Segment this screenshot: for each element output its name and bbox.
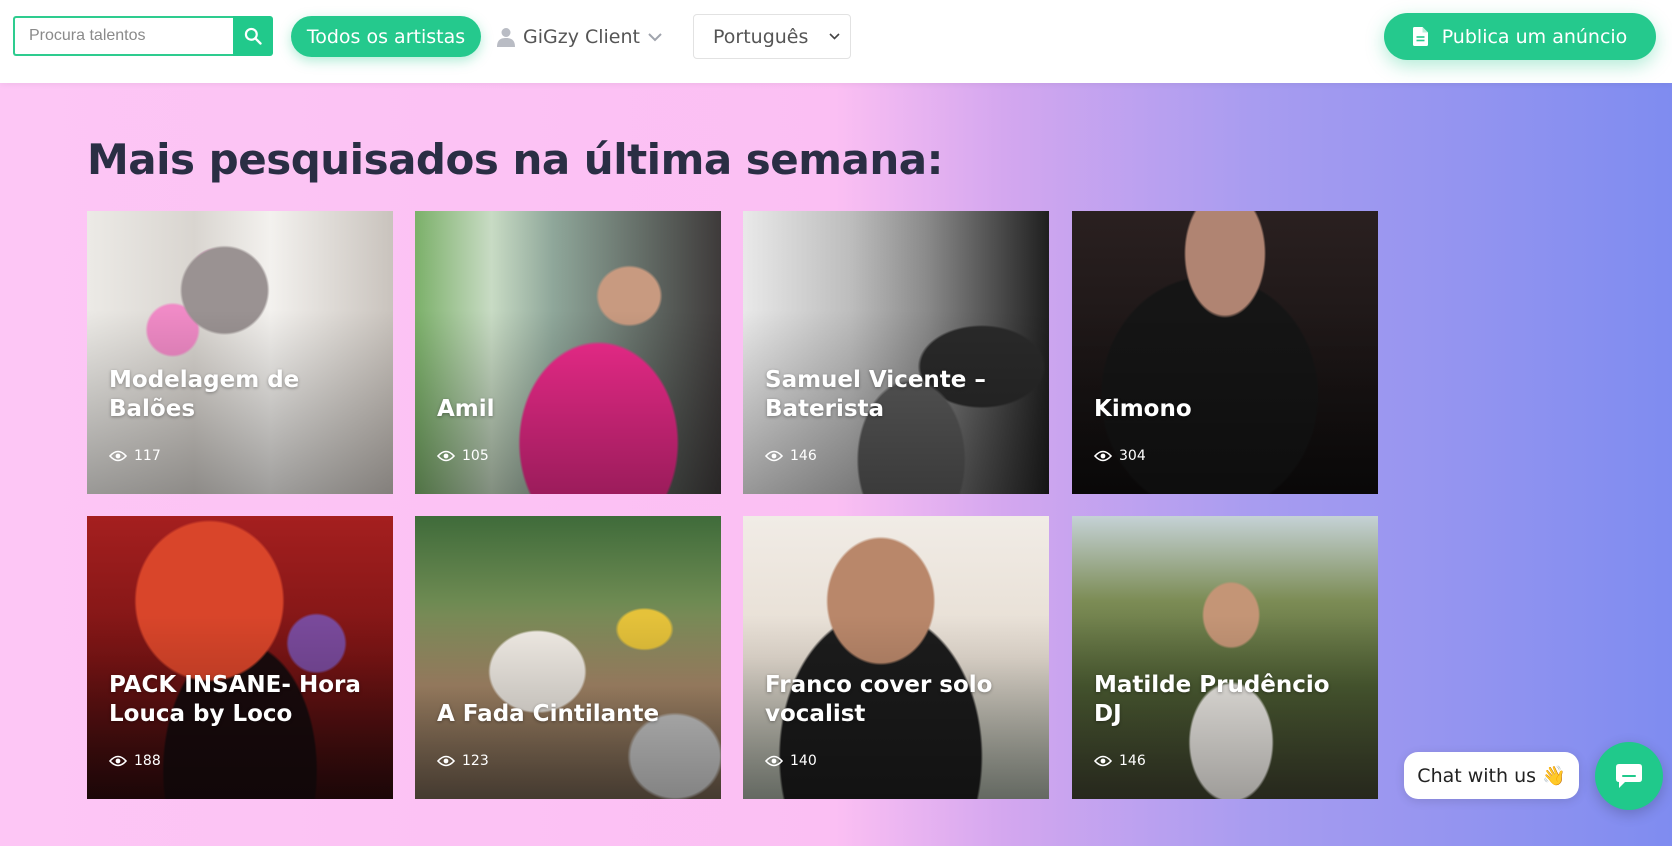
card-view-count: 188: [134, 753, 161, 769]
artist-card[interactable]: Amil 105: [415, 211, 721, 494]
card-view-count: 140: [790, 753, 817, 769]
featured-section: Mais pesquisados na última semana: Model…: [0, 83, 1672, 846]
card-view-count: 123: [462, 753, 489, 769]
card-title: Kimono: [1094, 396, 1192, 422]
eye-icon: [437, 450, 455, 462]
card-title: A Fada Cintilante: [437, 701, 660, 727]
artist-card[interactable]: Modelagem de Balões 117: [87, 211, 393, 494]
artist-card[interactable]: Samuel Vicente – Baterista 146: [743, 211, 1049, 494]
card-views: 123: [437, 753, 489, 769]
card-views: 117: [109, 448, 161, 464]
language-select[interactable]: Português: [693, 14, 851, 59]
card-views: 140: [765, 753, 817, 769]
section-title: Mais pesquisados na última semana:: [87, 135, 943, 184]
top-header: Todos os artistas GiGzy Client Português…: [0, 0, 1672, 83]
chevron-down-icon: [829, 33, 840, 40]
card-view-count: 146: [1119, 753, 1146, 769]
chat-bubble[interactable]: Chat with us 👋: [1404, 752, 1579, 799]
eye-icon: [437, 755, 455, 767]
search-icon: [244, 27, 262, 45]
card-views: 188: [109, 753, 161, 769]
artist-card[interactable]: Matilde Prudêncio DJ 146: [1072, 516, 1378, 799]
search-box: [13, 16, 233, 56]
eye-icon: [109, 755, 127, 767]
card-view-count: 105: [462, 448, 489, 464]
card-title: Franco cover solo vocalist: [765, 672, 993, 727]
all-artists-label: Todos os artistas: [306, 25, 466, 48]
card-view-count: 117: [134, 448, 161, 464]
eye-icon: [109, 450, 127, 462]
card-view-count: 146: [790, 448, 817, 464]
card-title: Modelagem de Balões: [109, 367, 300, 422]
language-selected: Português: [713, 25, 809, 48]
card-views: 146: [765, 448, 817, 464]
card-views: 146: [1094, 753, 1146, 769]
user-icon: [497, 28, 515, 47]
artist-card[interactable]: A Fada Cintilante 123: [415, 516, 721, 799]
card-title: PACK INSANE- Hora Louca by Loco: [109, 672, 361, 727]
eye-icon: [765, 755, 783, 767]
card-views: 105: [437, 448, 489, 464]
artist-card[interactable]: Kimono 304: [1072, 211, 1378, 494]
publish-ad-button[interactable]: Publica um anúncio: [1384, 13, 1656, 60]
artist-card[interactable]: PACK INSANE- Hora Louca by Loco 188: [87, 516, 393, 799]
chevron-down-icon: [648, 32, 662, 41]
card-view-count: 304: [1119, 448, 1146, 464]
publish-label: Publica um anúncio: [1441, 25, 1628, 48]
wave-emoji: 👋: [1542, 765, 1566, 787]
search-button[interactable]: [233, 16, 273, 56]
all-artists-button[interactable]: Todos os artistas: [291, 16, 481, 57]
chat-label: Chat with us: [1417, 764, 1537, 787]
user-menu-label: GiGzy Client: [523, 26, 640, 48]
card-views: 304: [1094, 448, 1146, 464]
chat-icon: [1616, 764, 1642, 788]
card-title: Matilde Prudêncio DJ: [1094, 672, 1330, 727]
card-title: Samuel Vicente – Baterista: [765, 367, 986, 422]
search-input[interactable]: [15, 18, 233, 54]
eye-icon: [1094, 450, 1112, 462]
artist-card[interactable]: Franco cover solo vocalist 140: [743, 516, 1049, 799]
document-icon: [1412, 27, 1428, 46]
eye-icon: [765, 450, 783, 462]
user-menu[interactable]: GiGzy Client: [497, 22, 662, 52]
eye-icon: [1094, 755, 1112, 767]
chat-launcher-button[interactable]: [1595, 742, 1663, 810]
card-title: Amil: [437, 396, 495, 422]
